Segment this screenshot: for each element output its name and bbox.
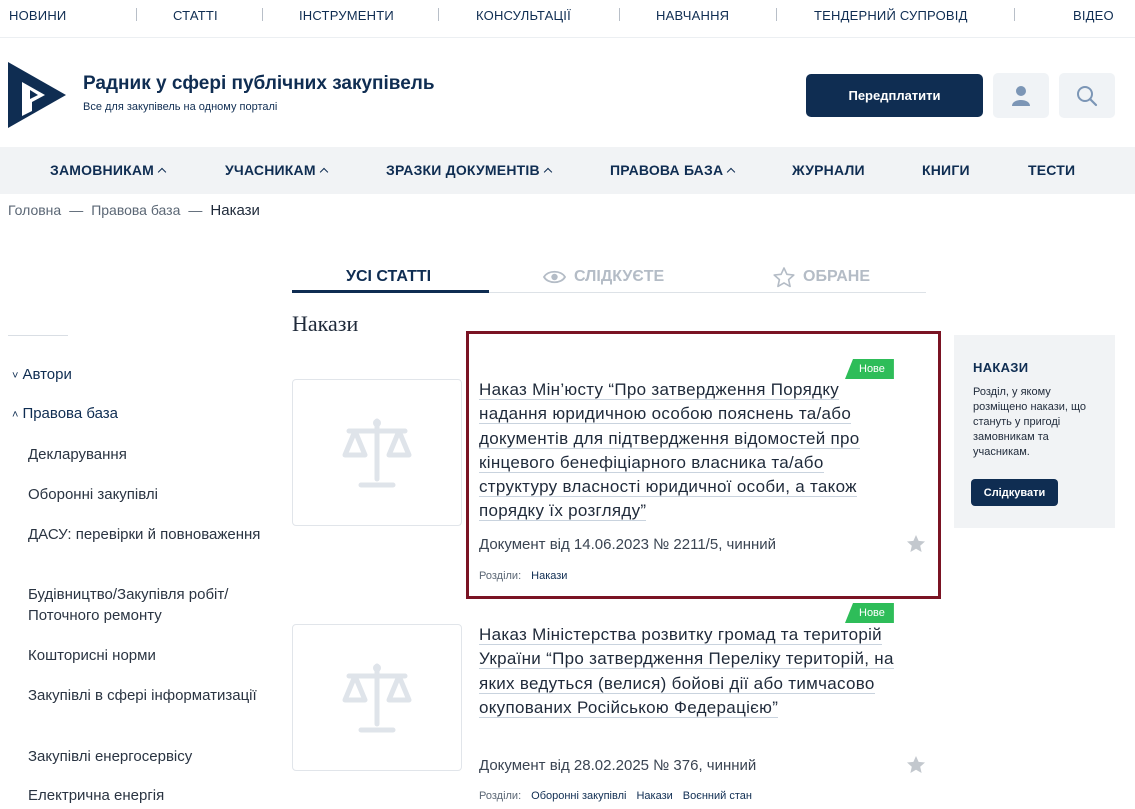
sidebar-item-construction[interactable]: Будівництво/Закупівля робіт/ Поточного р… bbox=[28, 584, 273, 626]
article-thumbnail[interactable] bbox=[292, 624, 462, 771]
breadcrumb-separator: — bbox=[188, 202, 203, 218]
logo-icon[interactable] bbox=[8, 62, 66, 128]
tab-all-articles[interactable]: УСІ СТАТТІ bbox=[346, 262, 431, 292]
breadcrumb-separator: — bbox=[69, 202, 84, 218]
article-title-link[interactable]: Наказ Міністерства розвитку громад та те… bbox=[479, 623, 899, 720]
article-meta: Документ від 14.06.2023 № 2211/5, чинний bbox=[479, 536, 777, 553]
top-nav-divider bbox=[136, 8, 137, 21]
main-nav-label: ЗРАЗКИ ДОКУМЕНТІВ bbox=[386, 162, 540, 178]
chevron-down-icon: ˅ bbox=[12, 370, 19, 382]
sidebar-item-estimate-norms[interactable]: Кошторисні норми bbox=[28, 645, 273, 666]
search-button[interactable] bbox=[1059, 73, 1115, 118]
top-nav-news[interactable]: НОВИНИ bbox=[9, 8, 66, 23]
main-nav-legal-base[interactable]: ПРАВОВА БАЗА bbox=[610, 162, 736, 178]
section-tag[interactable]: Воєнний стан bbox=[683, 790, 752, 802]
top-nav-divider bbox=[262, 8, 263, 21]
tab-favorites[interactable]: ОБРАНЕ bbox=[773, 262, 870, 292]
sections-label: Розділи: bbox=[479, 790, 522, 802]
top-nav-tender-support[interactable]: ТЕНДЕРНИЙ СУПРОВІД bbox=[814, 8, 968, 23]
page-title: Накази bbox=[292, 311, 359, 336]
star-icon bbox=[773, 266, 795, 287]
top-nav-divider bbox=[776, 8, 777, 21]
user-icon bbox=[1012, 85, 1030, 106]
sidebar-group-label: Автори bbox=[22, 366, 72, 383]
top-nav: НОВИНИ СТАТТІ ІНСТРУМЕНТИ КОНСУЛЬТАЦІЇ Н… bbox=[0, 0, 1135, 38]
main-nav-books[interactable]: КНИГИ bbox=[922, 162, 970, 178]
tab-label: СЛІДКУЄТЕ bbox=[574, 268, 665, 285]
article-thumbnail[interactable] bbox=[292, 379, 462, 526]
active-tab-indicator bbox=[292, 290, 489, 293]
brand-subtitle: Все для закупівель на одному порталі bbox=[83, 101, 278, 113]
article-title-text: Наказ Міністерства розвитку громад та те… bbox=[479, 625, 894, 718]
main-nav: ЗАМОВНИКАМ УЧАСНИКАМ ЗРАЗКИ ДОКУМЕНТІВ П… bbox=[0, 147, 1135, 194]
main-nav-label: ПРАВОВА БАЗА bbox=[610, 162, 724, 178]
brand-title[interactable]: Радник у сфері публічних закупівель bbox=[83, 73, 435, 95]
top-nav-video[interactable]: ВІДЕО bbox=[1073, 8, 1114, 23]
favorite-star-icon[interactable] bbox=[906, 534, 926, 554]
top-nav-training[interactable]: НАВЧАННЯ bbox=[656, 8, 729, 23]
article-title-text: Наказ Мін’юсту “Про затвердження Порядку… bbox=[479, 380, 860, 522]
article-sections: Розділи: Оборонні закупівлі Накази Воєнний … bbox=[479, 790, 752, 802]
article-sections: Розділи: Накази bbox=[479, 570, 567, 582]
main-nav-journals[interactable]: ЖУРНАЛИ bbox=[792, 162, 865, 178]
article-title-link[interactable]: Наказ Мін’юсту “Про затвердження Порядку… bbox=[479, 378, 899, 524]
sidebar-item-energy-service[interactable]: Закупівлі енергосервісу bbox=[28, 746, 273, 767]
sidebar-item-electricity[interactable]: Електрична енергія bbox=[28, 785, 273, 806]
breadcrumb: Головна — Правова база — Накази bbox=[8, 202, 260, 219]
sidebar-divider bbox=[8, 335, 68, 336]
chevron-up-icon bbox=[727, 167, 736, 177]
top-nav-articles[interactable]: СТАТТІ bbox=[173, 8, 218, 23]
follow-button[interactable]: Слідкувати bbox=[971, 479, 1058, 506]
tab-label: ОБРАНЕ bbox=[803, 268, 870, 285]
main-nav-document-samples[interactable]: ЗРАЗКИ ДОКУМЕНТІВ bbox=[386, 162, 553, 178]
sidebar-item-defense-procurement[interactable]: Оборонні закупівлі bbox=[28, 484, 273, 505]
chevron-up-icon bbox=[157, 167, 167, 177]
main-nav-customers[interactable]: ЗАМОВНИКАМ bbox=[50, 162, 167, 178]
favorite-star-icon[interactable] bbox=[906, 755, 926, 775]
eye-icon bbox=[543, 270, 566, 284]
article-meta: Документ від 28.02.2025 № 376, чинний bbox=[479, 757, 757, 774]
top-nav-consultations[interactable]: КОНСУЛЬТАЦІЇ bbox=[476, 8, 571, 23]
main-nav-participants[interactable]: УЧАСНИКАМ bbox=[225, 162, 328, 178]
sidebar-item-declaration[interactable]: Декларування bbox=[28, 444, 273, 465]
sidebar-group-label: Правова база bbox=[22, 405, 118, 422]
panel-title: НАКАЗИ bbox=[973, 360, 1029, 375]
tab-following[interactable]: СЛІДКУЄТЕ bbox=[543, 262, 664, 292]
account-button[interactable] bbox=[993, 73, 1049, 118]
breadcrumb-legal-base[interactable]: Правова база bbox=[91, 202, 180, 218]
top-nav-divider bbox=[438, 8, 439, 21]
chevron-up-icon bbox=[319, 167, 328, 177]
subscribe-button[interactable]: Передплатити bbox=[806, 74, 983, 117]
section-tag[interactable]: Оборонні закупівлі bbox=[531, 790, 626, 802]
new-badge: Нове bbox=[845, 359, 894, 379]
main-nav-label: УЧАСНИКАМ bbox=[225, 162, 316, 178]
sidebar-group-authors[interactable]: ˅ Автори bbox=[12, 366, 72, 383]
new-badge: Нове bbox=[845, 603, 894, 623]
breadcrumb-home[interactable]: Головна bbox=[8, 202, 61, 218]
chevron-up-icon: ˄ bbox=[12, 409, 19, 421]
section-info-panel: НАКАЗИ Розділ, у якому розміщено накази,… bbox=[954, 335, 1115, 528]
chevron-up-icon bbox=[543, 167, 553, 177]
top-nav-divider bbox=[619, 8, 620, 21]
scales-icon bbox=[342, 418, 412, 487]
section-tag[interactable]: Накази bbox=[636, 790, 672, 802]
search-icon bbox=[1077, 85, 1098, 106]
sidebar-item-informatization[interactable]: Закупівлі в сфері інформатизації bbox=[28, 685, 273, 706]
tab-label: УСІ СТАТТІ bbox=[346, 268, 432, 285]
sections-label: Розділи: bbox=[479, 570, 522, 582]
scales-icon bbox=[342, 663, 412, 732]
main-nav-label: ЗАМОВНИКАМ bbox=[50, 162, 155, 178]
breadcrumb-current: Накази bbox=[210, 202, 260, 219]
panel-description: Розділ, у якому розміщено накази, що ста… bbox=[973, 386, 1087, 458]
top-nav-tools[interactable]: ІНСТРУМЕНТИ bbox=[299, 8, 394, 23]
top-nav-divider bbox=[1014, 8, 1015, 21]
section-tag[interactable]: Накази bbox=[531, 570, 567, 582]
main-nav-tests[interactable]: ТЕСТИ bbox=[1028, 162, 1075, 178]
sidebar-item-dasu[interactable]: ДАСУ: перевірки й повноваження bbox=[28, 524, 273, 545]
sidebar-group-legal-base[interactable]: ˄ Правова база bbox=[12, 405, 118, 422]
